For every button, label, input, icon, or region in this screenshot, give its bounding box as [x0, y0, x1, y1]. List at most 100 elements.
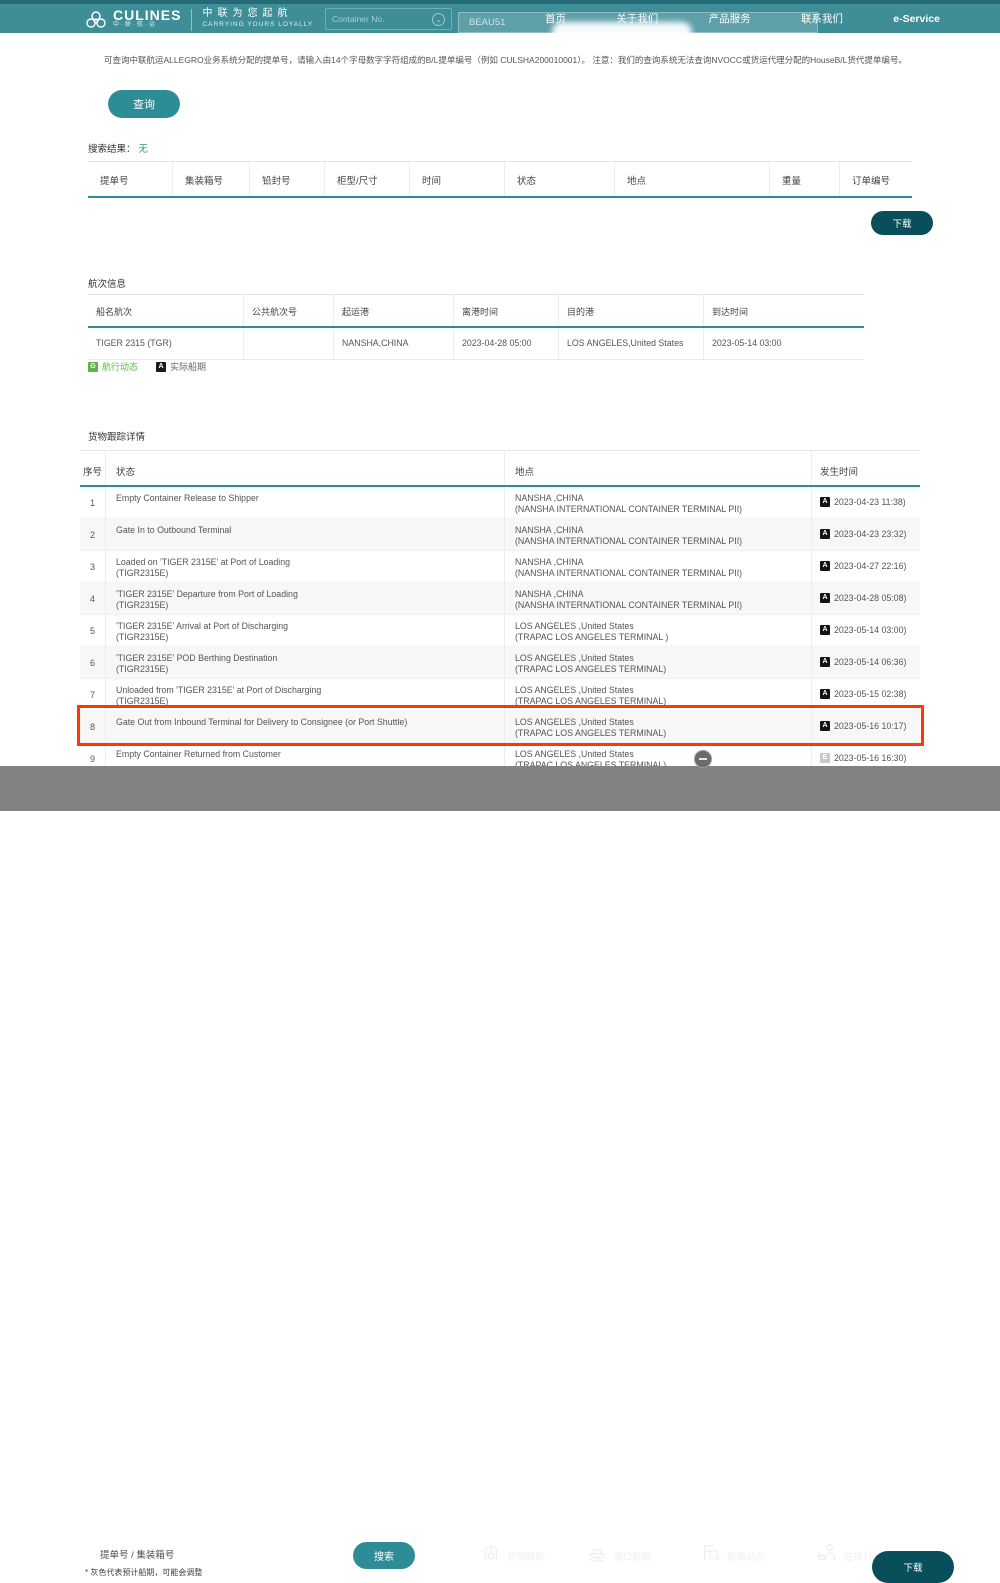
tracking-section-title: 货物跟踪详情 — [88, 429, 145, 443]
row-loc2: (NANSHA INTERNATIONAL CONTAINER TERMINAL… — [515, 600, 811, 611]
row-no: 5 — [80, 615, 106, 646]
row-status2: (TIGR2315E) — [116, 600, 504, 611]
actual-badge-icon: A — [820, 497, 830, 507]
search-button[interactable]: 搜索 — [353, 1542, 415, 1569]
logo[interactable]: CULINES 中·联·航·运 中联为您起航 CARRYING YOURS LO… — [84, 8, 313, 38]
row-status2: (TIGR2315E) — [116, 632, 504, 643]
estimated-badge-icon: E — [820, 753, 830, 763]
col-vessel-voyage: 船名航次 — [88, 295, 244, 326]
culines-clover-icon — [84, 9, 108, 38]
voyage-table: 船名航次 公共航次号 起运港 离港时间 目的港 到达时间 TIGER 2315 … — [88, 294, 864, 360]
actual-badge-icon: A — [820, 721, 830, 731]
col-status: 状态 — [505, 162, 615, 196]
ghost-schedule-text: 示船期 — [283, 1549, 310, 1562]
ship-icon — [586, 1542, 613, 1569]
actual-badge-icon: A — [820, 625, 830, 635]
row-no: 3 — [80, 551, 106, 582]
row-loc1: LOS ANGELES ,United States — [515, 749, 811, 760]
table-row: 1 Empty Container Release to Shipper NAN… — [80, 487, 920, 519]
col-time: 时间 — [410, 162, 505, 196]
search-results-value: 无 — [139, 144, 149, 155]
tracking-table: 序号 状态 地点 发生时间 1 Empty Container Release … — [80, 450, 920, 775]
etd: 2023-04-28 05:00 — [454, 328, 559, 359]
row-status: Empty Container Returned from Customer — [116, 749, 504, 760]
actual-badge-icon: A — [820, 689, 830, 699]
row-no: 8 — [80, 711, 106, 742]
chevron-down-icon: ⌄ — [432, 13, 445, 26]
row-no: 2 — [80, 519, 106, 550]
row-loc2: (TRAPAC LOS ANGELES TERMINAL) — [515, 696, 811, 707]
col-order-no: 订单编号 — [840, 162, 912, 196]
row-status: Unloaded from 'TIGER 2315E' at Port of D… — [116, 685, 504, 696]
eta: 2023-05-14 03:00 — [704, 328, 864, 359]
row-status: 'TIGER 2315E' Departure from Port of Loa… — [116, 589, 504, 600]
table-row: 2 Gate In to Outbound Terminal NANSHA ,C… — [80, 519, 920, 551]
download-tracking-button[interactable]: 下载 — [872, 1551, 954, 1583]
row-no: 1 — [80, 487, 106, 518]
pol: NANSHA,CHINA — [334, 328, 454, 359]
schedule-legend: G 航行动态 A 实际船期 — [88, 360, 206, 373]
col-pod: 目的港 — [559, 295, 704, 326]
row-loc2: (TRAPAC LOS ANGELES TERMINAL) — [515, 728, 811, 739]
row-no: 7 — [80, 679, 106, 710]
results-table-header: 提单号 集装箱号 铅封号 柜型/尺寸 时间 状态 地点 重量 订单编号 — [88, 161, 912, 198]
estimated-schedule-note: * 灰色代表预计船期，可能会调整 — [85, 1567, 202, 1578]
row-time: 2023-04-28 05:08) — [834, 593, 906, 603]
row-status: Gate In to Outbound Terminal — [116, 525, 504, 536]
row-status2: (TIGR2315E) — [116, 696, 504, 707]
bl-query-instruction: 可查询中联航运ALLEGRO业务系统分配的提单号，请输入由14个字母数字字符组成… — [104, 54, 914, 66]
slogan-cn: 中联为您起航 — [202, 8, 313, 20]
slogan-en: CARRYING YOURS LOYALLY — [202, 20, 313, 29]
table-row: 6 'TIGER 2315E' POD Berthing Destination… — [80, 647, 920, 679]
row-time: 2023-04-27 22:16) — [834, 561, 906, 571]
redaction-blob — [552, 22, 692, 42]
row-no: 4 — [80, 583, 106, 614]
col-weight: 重量 — [770, 162, 840, 196]
table-row: 5 'TIGER 2315E' Arrival at Port of Disch… — [80, 615, 920, 647]
row-time: 2023-05-14 06:36) — [834, 657, 906, 667]
col-location: 地点 — [615, 162, 770, 196]
table-row-highlighted: 8 Gate Out from Inbound Terminal for Del… — [80, 711, 920, 743]
sailing-status-label[interactable]: 航行动态 — [102, 360, 138, 373]
brand-sub: 中·联·航·运 — [113, 22, 181, 29]
download-results-button[interactable]: 下载 — [871, 211, 933, 235]
actual-badge-icon: A — [820, 529, 830, 539]
ghost-container-no-select: Container No. ⌄ — [325, 8, 452, 30]
row-time: 2023-05-14 03:00) — [834, 625, 906, 635]
row-loc1: NANSHA ,CHINA — [515, 589, 811, 600]
query-button[interactable]: 查询 — [108, 90, 180, 118]
col-container-no: 集装箱号 — [173, 162, 250, 196]
col-seal-no: 铅封号 — [250, 162, 325, 196]
row-status2: (TIGR2315E) — [116, 568, 504, 579]
row-loc1: LOS ANGELES ,United States — [515, 717, 811, 728]
col-eta: 到达时间 — [704, 295, 864, 326]
nav-eservice[interactable]: e-Service — [893, 13, 940, 25]
brand-name: CULINES — [113, 8, 181, 22]
col-etd: 离港时间 — [454, 295, 559, 326]
row-status: 'TIGER 2315E' POD Berthing Destination — [116, 653, 504, 664]
table-row: 4 'TIGER 2315E' Departure from Port of L… — [80, 583, 920, 615]
actual-schedule-badge-icon: A — [156, 362, 166, 372]
row-status2: (TIGR2315E) — [116, 664, 504, 675]
footer-link-vessel-dynamics[interactable]: 船舶动态 — [700, 1542, 765, 1569]
row-no: 6 — [80, 647, 106, 678]
footer-link-label: 货物跟踪 — [507, 1549, 545, 1563]
table-row: 3 Loaded on 'TIGER 2315E' at Port of Loa… — [80, 551, 920, 583]
search-results-line: 搜索结果：无 — [88, 141, 148, 155]
table-row: 7 Unloaded from 'TIGER 2315E' at Port of… — [80, 679, 920, 711]
collapse-toolbar-button[interactable] — [694, 750, 712, 768]
sailing-status-badge-icon: G — [88, 362, 98, 372]
vessel-voyage: TIGER 2315 (TGR) — [88, 328, 244, 359]
voyage-section-title: 航次信息 — [88, 276, 126, 290]
row-loc1: NANSHA ,CHINA — [515, 493, 811, 504]
footer-link-cargo-tracking[interactable]: 货物跟踪 — [480, 1542, 545, 1569]
row-time: 2023-04-23 23:32) — [834, 529, 906, 539]
col-common-voyage: 公共航次号 — [244, 295, 334, 326]
row-status: 'TIGER 2315E' Arrival at Port of Dischar… — [116, 621, 504, 632]
row-status: Empty Container Release to Shipper — [116, 493, 504, 504]
online-booking-person-icon — [815, 1542, 844, 1569]
row-time: 2023-05-16 10:17) — [834, 721, 906, 731]
col-occur-time: 发生时间 — [812, 451, 920, 485]
row-loc1: LOS ANGELES ,United States — [515, 685, 811, 696]
footer-link-port-schedule[interactable]: 港口船期 — [586, 1542, 651, 1569]
